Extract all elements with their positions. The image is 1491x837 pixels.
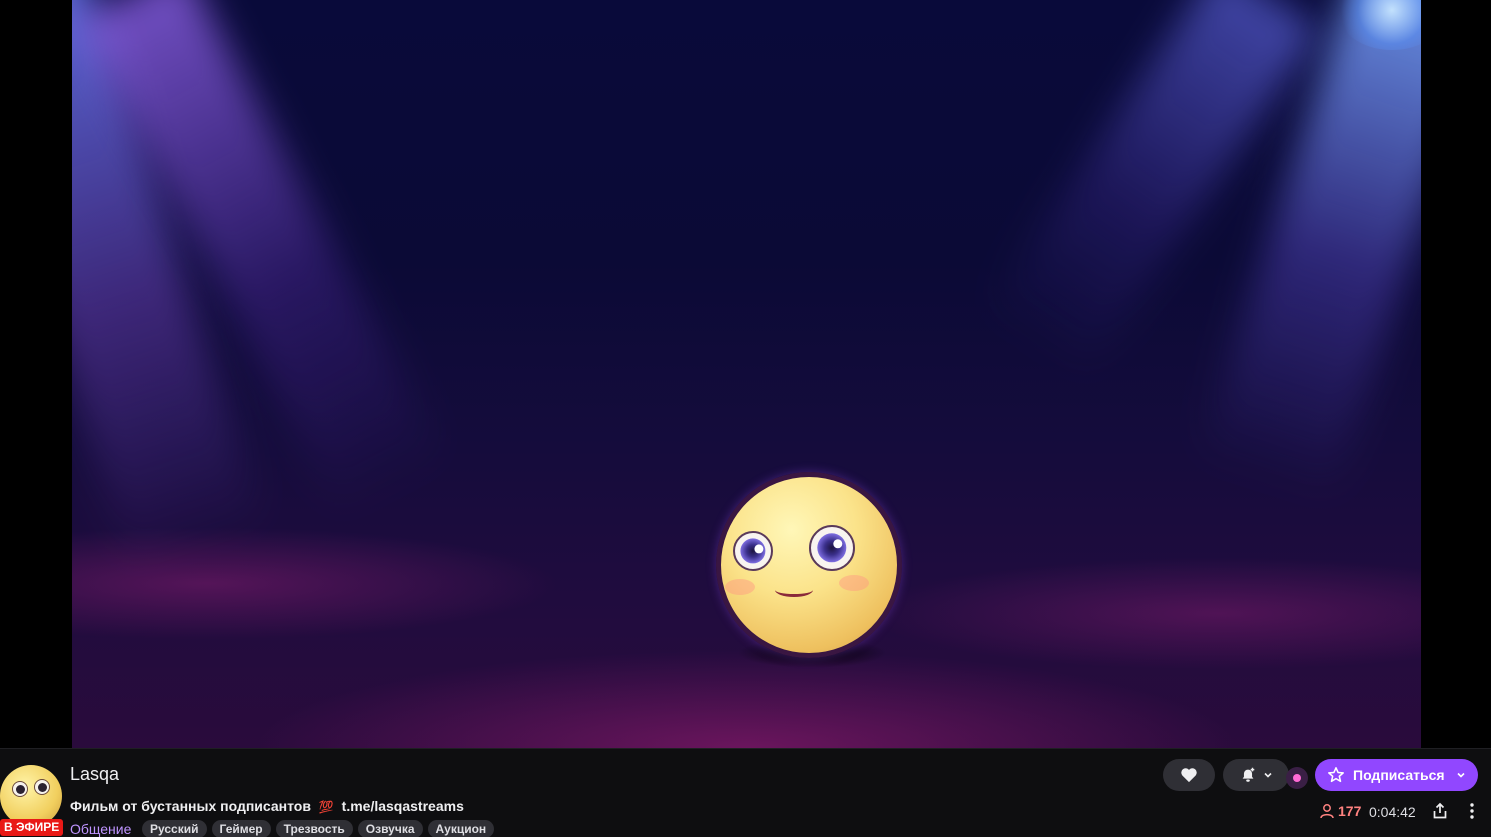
follow-button[interactable] <box>1163 759 1215 791</box>
person-icon <box>1320 804 1334 819</box>
stream-title: Фильм от бустанных подписантов 💯 t.me/la… <box>70 798 464 814</box>
avatar[interactable] <box>0 765 62 827</box>
channel-name[interactable]: Lasqa <box>70 764 119 785</box>
chevron-down-icon <box>1457 772 1465 778</box>
stream-uptime: 0:04:42 <box>1369 804 1416 820</box>
more-options-icon[interactable] <box>1466 802 1478 820</box>
tag-auction[interactable]: Аукцион <box>427 820 495 837</box>
tag-voiceover[interactable]: Озвучка <box>357 820 423 837</box>
share-icon[interactable] <box>1431 802 1449 820</box>
character-eye <box>809 525 855 571</box>
channel-info-bar: В ЭФИРЕ Lasqa Фильм от бустанных подписа… <box>0 748 1491 837</box>
notifications-button[interactable] <box>1223 759 1289 791</box>
tag-russian[interactable]: Русский <box>142 820 207 837</box>
subscribe-label: Подписаться <box>1353 767 1445 783</box>
character-blush <box>839 575 869 591</box>
emote-character <box>716 472 902 658</box>
heart-icon <box>1181 768 1197 783</box>
viewer-count: 177 <box>1319 803 1361 819</box>
video-player[interactable] <box>0 0 1491 748</box>
star-icon <box>1328 767 1344 783</box>
chevron-down-icon <box>1264 772 1272 778</box>
notification-indicator <box>1286 767 1308 789</box>
category-link[interactable]: Общение <box>70 821 131 837</box>
tag-list: Русский Геймер Трезвость Озвучка Аукцион <box>142 820 495 837</box>
tag-gamer[interactable]: Геймер <box>211 820 271 837</box>
stream-video[interactable] <box>72 0 1421 748</box>
character-eye <box>733 531 773 571</box>
hundred-points-emoji: 💯 <box>318 800 334 814</box>
bell-plus-icon <box>1242 767 1255 782</box>
stream-title-text: Фильм от бустанных подписантов <box>70 798 311 814</box>
viewer-count-value: 177 <box>1338 803 1362 819</box>
live-badge: В ЭФИРЕ <box>0 819 64 836</box>
subscribe-button[interactable]: Подписаться <box>1315 759 1478 791</box>
character-mouth <box>775 583 813 597</box>
tag-sobriety[interactable]: Трезвость <box>275 820 353 837</box>
stream-title-link[interactable]: t.me/lasqastreams <box>342 798 464 814</box>
character-blush <box>725 579 755 595</box>
